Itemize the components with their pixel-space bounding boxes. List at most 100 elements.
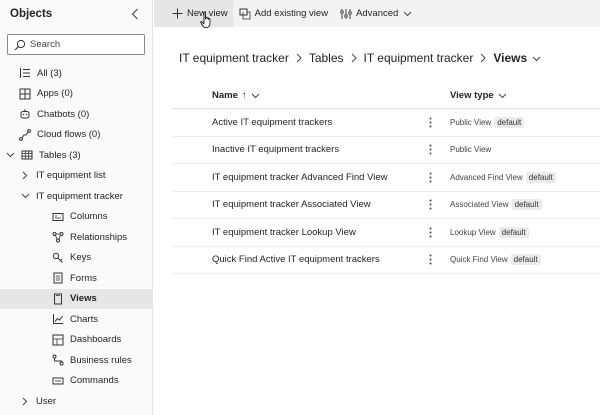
more-options-button[interactable] <box>424 170 436 184</box>
tree-item-relationships[interactable]: Relationships <box>0 227 153 248</box>
default-badge: default <box>498 226 529 238</box>
view-icon <box>52 293 64 305</box>
more-vertical-icon <box>429 117 431 128</box>
more-vertical-icon <box>429 144 431 155</box>
view-name[interactable]: IT equipment tracker Lookup View <box>172 227 410 238</box>
view-type: Associated View <box>450 200 509 210</box>
sidebar-header: Objects <box>0 0 152 28</box>
more-options-button[interactable] <box>424 225 436 239</box>
object-tree: All (3) Apps (0) Chatbots (0) Cloud flow… <box>0 63 153 412</box>
breadcrumb: IT equipment tracker Tables IT equipment… <box>179 51 541 65</box>
chevron-right-icon <box>295 53 303 63</box>
chevron-down-icon[interactable] <box>532 54 541 63</box>
tree-item-label: IT equipment list <box>36 170 106 182</box>
tree-item-tables[interactable]: Tables (3) <box>0 145 153 166</box>
chevron-right-icon[interactable] <box>20 171 30 181</box>
tree-item-label: IT equipment tracker <box>36 190 123 202</box>
advanced-icon <box>340 8 352 20</box>
more-vertical-icon <box>429 227 431 238</box>
chevron-right-icon <box>350 53 358 63</box>
breadcrumb-solution[interactable]: IT equipment tracker <box>179 51 289 65</box>
search-icon <box>14 39 26 51</box>
tree-item-it-equipment-tracker[interactable]: IT equipment tracker <box>0 186 153 207</box>
tree-item-keys[interactable]: Keys <box>0 248 153 269</box>
tree-item-columns[interactable]: Columns <box>0 207 153 228</box>
list-icon <box>19 67 31 79</box>
table-row[interactable]: IT equipment tracker Lookup View Lookup … <box>172 219 600 247</box>
new-view-button[interactable]: New view <box>154 0 233 27</box>
objects-sidebar: Objects All (3) Apps (0) <box>0 0 153 415</box>
tree-item-business-rules[interactable]: Business rules <box>0 350 153 371</box>
column-header-view-type[interactable]: View type <box>450 90 507 101</box>
tree-item-label: Apps (0) <box>37 88 73 100</box>
tree-item-label: Forms <box>70 272 97 284</box>
chevron-left-icon <box>131 8 138 20</box>
chevron-down-icon <box>251 91 260 100</box>
tree-item-forms[interactable]: Forms <box>0 268 153 289</box>
tree-item-label: Columns <box>70 211 108 223</box>
table-row[interactable]: Active IT equipment trackers Public View… <box>172 109 600 137</box>
tree-item-views[interactable]: Views <box>0 288 153 309</box>
view-name[interactable]: Active IT equipment trackers <box>172 117 410 128</box>
column-header-name[interactable]: Name ↑ <box>212 90 260 101</box>
dashboard-icon <box>52 334 64 346</box>
more-vertical-icon <box>429 172 431 183</box>
table-row[interactable]: IT equipment tracker Associated View Ass… <box>172 192 600 219</box>
plus-icon <box>171 8 183 20</box>
more-options-button[interactable] <box>424 143 436 157</box>
view-name[interactable]: Inactive IT equipment trackers <box>172 144 410 155</box>
column-header-view-type-label: View type <box>450 89 494 101</box>
tree-item-commands[interactable]: Commands <box>0 371 153 392</box>
apps-icon <box>19 88 31 100</box>
breadcrumb-tables[interactable]: Tables <box>309 51 344 65</box>
view-type: Lookup View <box>450 227 496 237</box>
more-options-button[interactable] <box>424 198 436 212</box>
table-icon <box>21 149 33 161</box>
more-options-button[interactable] <box>424 253 436 267</box>
breadcrumb-table[interactable]: IT equipment tracker <box>364 51 474 65</box>
table-row[interactable]: IT equipment tracker Advanced Find View … <box>172 164 600 192</box>
advanced-button[interactable]: Advanced <box>334 0 418 27</box>
table-row[interactable]: Quick Find Active IT equipment trackers … <box>172 247 600 274</box>
chevron-right-icon[interactable] <box>20 396 30 406</box>
new-view-label: New view <box>187 8 228 19</box>
tree-item-label: Dashboards <box>70 334 122 346</box>
tree-item-all[interactable]: All (3) <box>0 63 153 84</box>
view-name[interactable]: Quick Find Active IT equipment trackers <box>172 254 410 265</box>
key-icon <box>52 252 64 264</box>
tree-item-chatbots[interactable]: Chatbots (0) <box>0 104 153 125</box>
tree-item-apps[interactable]: Apps (0) <box>0 84 153 105</box>
tree-item-label: Tables (3) <box>39 149 81 161</box>
add-existing-view-button[interactable]: Add existing view <box>233 0 334 27</box>
add-existing-view-label: Add existing view <box>254 8 329 19</box>
tree-item-dashboards[interactable]: Dashboards <box>0 330 153 351</box>
tree-item-label: User <box>36 395 57 407</box>
business-rule-icon <box>52 354 64 366</box>
chevron-down-icon[interactable] <box>5 150 15 160</box>
collapse-sidebar-button[interactable] <box>128 7 142 21</box>
sort-ascending-icon: ↑ <box>241 89 247 101</box>
table-row[interactable]: Inactive IT equipment trackers Public Vi… <box>172 137 600 164</box>
breadcrumb-current-views[interactable]: Views <box>493 51 527 65</box>
more-options-button[interactable] <box>424 115 436 129</box>
command-icon <box>52 375 64 387</box>
tree-item-it-equipment-list[interactable]: IT equipment list <box>0 166 153 187</box>
tree-item-charts[interactable]: Charts <box>0 309 153 330</box>
command-bar: New view Add existing view Advanced <box>154 0 600 27</box>
sidebar-search-box[interactable] <box>7 34 145 55</box>
sidebar-title: Objects <box>10 8 53 20</box>
form-icon <box>52 272 64 284</box>
view-name[interactable]: IT equipment tracker Advanced Find View <box>172 172 410 183</box>
tree-item-cloud-flows[interactable]: Cloud flows (0) <box>0 125 153 146</box>
tree-item-label: Cloud flows (0) <box>37 129 101 141</box>
view-type: Advanced Find View <box>450 172 523 182</box>
columns-icon <box>52 211 64 223</box>
default-badge: default <box>510 254 541 266</box>
tree-item-label: Charts <box>70 313 98 325</box>
tree-item-user[interactable]: User <box>0 391 153 412</box>
relationships-icon <box>52 231 64 243</box>
chevron-down-icon[interactable] <box>20 191 30 201</box>
search-input[interactable] <box>30 39 140 50</box>
view-name[interactable]: IT equipment tracker Associated View <box>172 199 410 210</box>
tree-item-label: Chatbots (0) <box>37 108 90 120</box>
